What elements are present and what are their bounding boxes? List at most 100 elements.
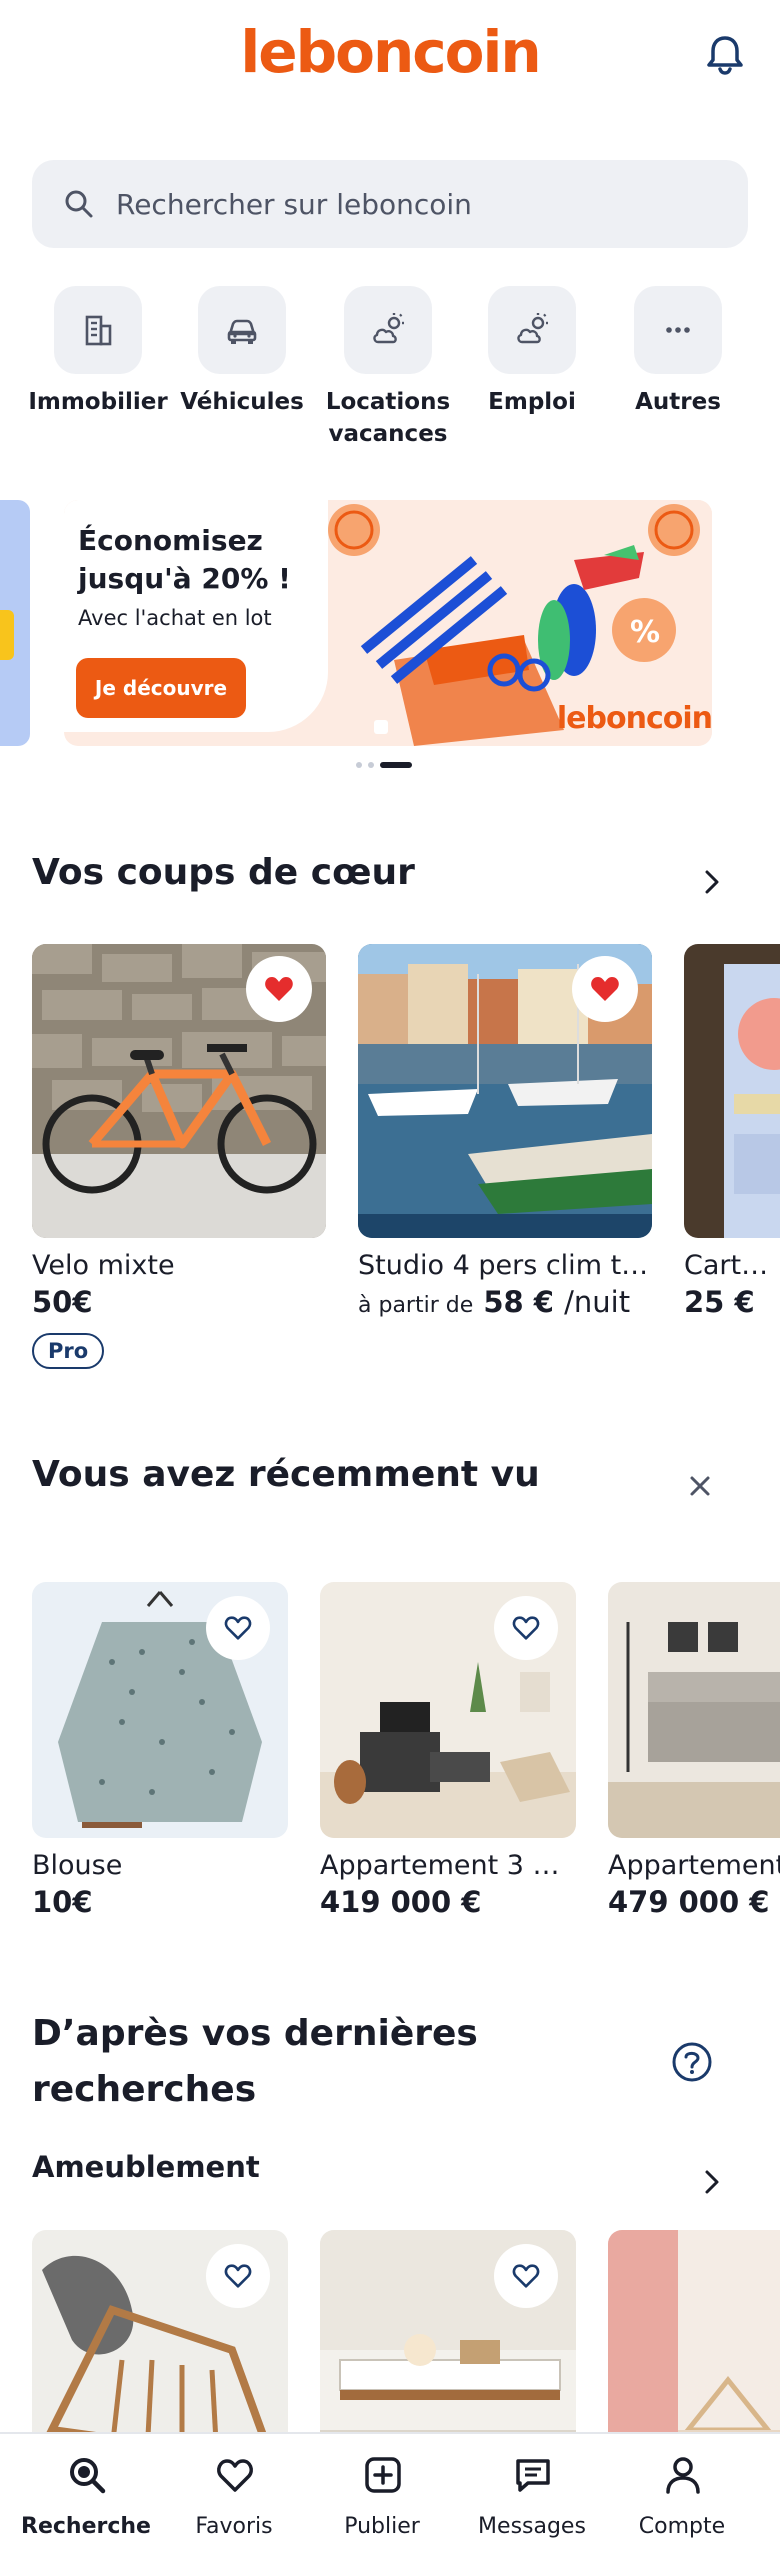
category-emploi[interactable]: Emploi <box>460 286 604 418</box>
favorite-toggle[interactable] <box>206 1596 270 1660</box>
listing-title: Appartement <box>608 1850 780 1881</box>
listing-title: Blouse <box>32 1850 123 1881</box>
banner-subtitle: Avec l'achat en lot <box>78 606 272 630</box>
section-title-recommendations: D’après vos dernières recherches <box>32 2013 478 2110</box>
category-label: Véhicules <box>180 389 304 415</box>
building-icon <box>85 315 112 346</box>
listing-price: 25 € <box>684 1285 755 1319</box>
heart-outline-icon <box>224 2264 252 2288</box>
category-label: Emploi <box>488 389 576 415</box>
listing-photo <box>32 1582 288 1838</box>
category-immobilier[interactable]: Immobilier <box>26 286 170 418</box>
heart-outline-icon <box>224 1616 252 1640</box>
banner-cta-button[interactable]: Je découvre <box>76 658 246 718</box>
price-unit: /nuit <box>564 1285 631 1319</box>
category-vehicules[interactable]: Véhicules <box>170 286 314 418</box>
category-label: Autres <box>635 389 721 415</box>
pager-dot[interactable] <box>356 762 362 768</box>
favorite-toggle[interactable] <box>494 1596 558 1660</box>
category-locations-vacances[interactable]: Locations vacances <box>316 286 460 450</box>
favorite-card[interactable]: Carte P 25 € <box>684 944 780 1319</box>
listing-title: Velo mixte <box>32 1250 175 1281</box>
search-bar[interactable]: Rechercher sur leboncoin <box>32 160 748 248</box>
listing-price: à partir de 58 € /nuit <box>358 1285 652 1319</box>
favorite-toggle[interactable] <box>206 2244 270 2308</box>
nav-compte[interactable]: Compte <box>604 2434 760 2566</box>
search-input[interactable]: Rechercher sur leboncoin <box>116 188 472 221</box>
listing-photo <box>358 944 652 1238</box>
listing-price: 419 000 € <box>320 1885 482 1919</box>
message-icon <box>516 2459 550 2492</box>
search-icon <box>70 2458 106 2494</box>
nav-label: Favoris <box>195 2514 273 2539</box>
pager-dot-active[interactable] <box>380 762 412 768</box>
heart-icon <box>217 2459 253 2492</box>
listing-price: 10€ <box>32 1885 93 1919</box>
banner-brand: leboncoin <box>556 701 712 736</box>
apartment-photo <box>608 1582 780 1838</box>
listing-title: Studio 4 pers clim terr... <box>358 1250 652 1281</box>
heart-outline-icon <box>512 1616 540 1640</box>
nav-favoris[interactable]: Favoris <box>156 2434 312 2566</box>
help-icon[interactable] <box>670 2040 714 2084</box>
sun-cloud-icon <box>373 313 404 344</box>
bell-icon[interactable] <box>700 30 750 80</box>
price-prefix: à partir de <box>358 1293 474 1318</box>
chevron-right-icon[interactable] <box>692 862 732 902</box>
recent-card[interactable]: Blouse 10€ <box>32 1582 288 1919</box>
recent-card[interactable]: Appartement 3 piè... 419 000 € <box>320 1582 576 1919</box>
user-icon <box>666 2457 700 2494</box>
chevron-right-icon[interactable] <box>692 2162 732 2202</box>
nav-label: Recherche <box>21 2514 151 2539</box>
nav-messages[interactable]: Messages <box>454 2434 610 2566</box>
category-label: Immobilier <box>28 389 168 415</box>
listing-photo <box>608 1582 780 1838</box>
search-icon <box>65 190 93 218</box>
brand-logo[interactable]: leboncoin <box>0 18 780 86</box>
heart-filled-icon <box>591 977 619 1001</box>
bottom-navigation: Recherche Favoris Publier Messages Compt… <box>0 2432 780 2566</box>
svg-text:%: % <box>630 615 660 650</box>
price-value: 58 € <box>483 1285 554 1319</box>
nav-publier[interactable]: Publier <box>304 2434 460 2566</box>
listing-price: 50€ <box>32 1285 93 1319</box>
close-icon[interactable] <box>680 1466 720 1506</box>
section-title-recently-viewed: Vous avez récemment vu <box>32 1454 540 1495</box>
section-title-favorites: Vos coups de cœur <box>32 852 415 893</box>
card-photo <box>684 944 780 1238</box>
listing-price: 479 000 € <box>608 1885 770 1919</box>
nav-label: Messages <box>478 2514 586 2539</box>
listing-photo <box>32 944 326 1238</box>
category-label: Locations vacances <box>325 389 451 447</box>
more-dots-icon <box>666 327 690 333</box>
listing-title: Carte P <box>684 1250 780 1281</box>
carousel-pager <box>0 762 780 772</box>
favorite-toggle[interactable] <box>572 956 638 1022</box>
recent-card[interactable]: Appartement 479 000 € <box>608 1582 780 1919</box>
favorite-card[interactable]: Velo mixte 50€ Pro <box>32 944 326 1369</box>
plus-square-icon <box>365 2457 401 2493</box>
nav-recherche[interactable]: Recherche <box>8 2434 164 2566</box>
listing-title: Appartement 3 piè... <box>320 1850 576 1881</box>
promo-banner[interactable]: % Économisez jusqu'à 20% ! Avec l'achat … <box>64 500 712 746</box>
heart-filled-icon <box>265 977 293 1001</box>
favorite-toggle[interactable] <box>246 956 312 1022</box>
nav-label: Compte <box>638 2514 726 2539</box>
nav-label: Publier <box>344 2514 420 2539</box>
favorite-toggle[interactable] <box>494 2244 558 2308</box>
subsection-ameublement[interactable]: Ameublement <box>32 2150 260 2184</box>
car-icon <box>227 319 257 344</box>
heart-outline-icon <box>512 2264 540 2288</box>
banner-title: Économisez jusqu'à 20% ! <box>78 524 291 595</box>
favorite-card[interactable]: Studio 4 pers clim terr... à partir de 5… <box>358 944 652 1319</box>
category-row: Immobilier Véhicules Locations vacances … <box>0 286 780 447</box>
category-autres[interactable]: Autres <box>606 286 750 418</box>
app-header: leboncoin <box>0 0 780 130</box>
pager-dot[interactable] <box>368 762 374 768</box>
sun-cloud-icon <box>517 313 548 344</box>
banner-previous-peek[interactable] <box>0 500 30 746</box>
listing-photo <box>684 944 780 1238</box>
home-screen: leboncoin Rechercher sur leboncoin Immob… <box>0 0 780 2566</box>
listing-photo <box>320 1582 576 1838</box>
pro-badge: Pro <box>32 1333 105 1369</box>
